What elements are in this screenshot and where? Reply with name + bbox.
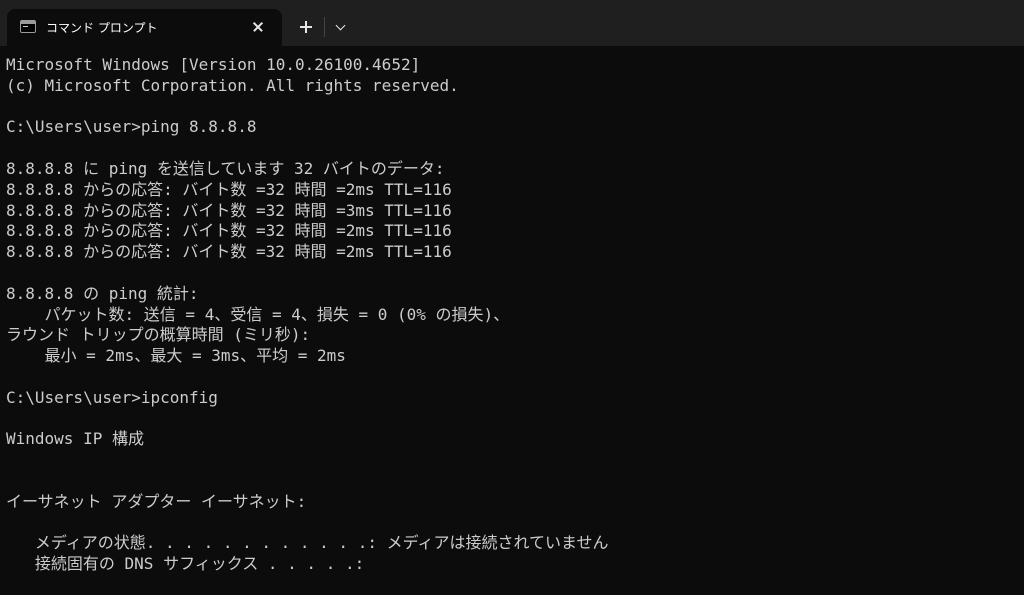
terminal-line: 8.8.8.8 からの応答: バイト数 =32 時間 =2ms TTL=116 (6, 242, 452, 262)
terminal-line: Microsoft Windows [Version 10.0.26100.46… (6, 55, 421, 74)
chevron-down-icon[interactable] (331, 16, 351, 38)
terminal-line: Windows IP 構成 (6, 429, 144, 449)
terminal-line: 8.8.8.8 からの応答: バイト数 =32 時間 =3ms TTL=116 (6, 200, 452, 220)
close-icon[interactable] (247, 16, 269, 38)
terminal-line: メディアの状態. . . . . . . . . . . .: メディアは接続さ… (6, 533, 609, 553)
terminal-output[interactable]: Microsoft Windows [Version 10.0.26100.46… (6, 55, 1016, 595)
terminal-line: 8.8.8.8 に ping を送信しています 32 バイトのデータ: (6, 158, 445, 178)
terminal-line: パケット数: 送信 = 4、受信 = 4、損失 = 0 (0% の損失)、 (6, 304, 510, 324)
terminal-line: 最小 = 2ms、最大 = 3ms、平均 = 2ms (6, 346, 346, 366)
tab-title: コマンド プロンプト (46, 21, 158, 35)
plus-icon[interactable] (295, 16, 317, 38)
terminal-window: コマンド プロンプト Microsoft Windows [Version 10… (0, 0, 1024, 595)
tab-divider (324, 17, 325, 37)
terminal-line: 8.8.8.8 の ping 統計: (6, 283, 199, 303)
terminal-line: C:\Users\user>ping 8.8.8.8 (6, 117, 257, 137)
title-bar: コマンド プロンプト (0, 0, 1024, 46)
terminal-line: (c) Microsoft Corporation. All rights re… (6, 75, 459, 95)
tab-command-prompt[interactable]: コマンド プロンプト (7, 9, 282, 46)
terminal-line: 8.8.8.8 からの応答: バイト数 =32 時間 =2ms TTL=116 (6, 221, 452, 241)
cmd-prompt-icon (20, 20, 36, 33)
terminal-line: C:\Users\user>ipconfig (6, 387, 218, 407)
terminal-line: ラウンド トリップの概算時間 (ミリ秒): (6, 325, 311, 345)
terminal-line: 8.8.8.8 からの応答: バイト数 =32 時間 =2ms TTL=116 (6, 179, 452, 199)
terminal-line: イーサネット アダプター イーサネット: (6, 491, 307, 511)
terminal-line: 接続固有の DNS サフィックス . . . . .: (6, 554, 365, 574)
